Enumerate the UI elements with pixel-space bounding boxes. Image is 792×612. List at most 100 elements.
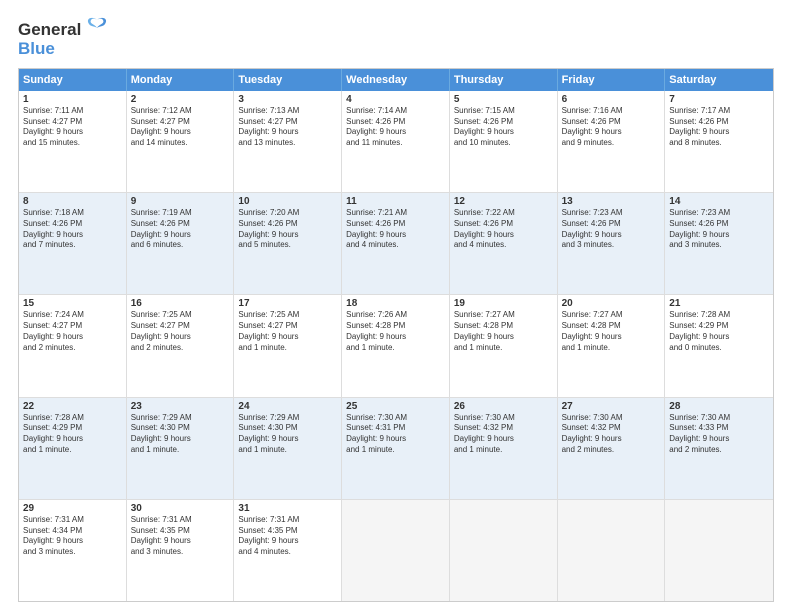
cell-line: Sunrise: 7:17 AM xyxy=(669,106,769,117)
cell-line: and 4 minutes. xyxy=(238,547,337,558)
cell-line: and 2 minutes. xyxy=(669,445,769,456)
day-number: 12 xyxy=(454,196,553,207)
cell-line: Sunrise: 7:27 AM xyxy=(562,310,661,321)
cell-line: Daylight: 9 hours xyxy=(23,536,122,547)
calendar-header-day: Monday xyxy=(127,69,235,91)
logo-text-blue: Blue xyxy=(18,40,111,58)
cell-line: Sunset: 4:30 PM xyxy=(238,423,337,434)
calendar-header-day: Friday xyxy=(558,69,666,91)
day-number: 17 xyxy=(238,298,337,309)
cell-line: Sunrise: 7:26 AM xyxy=(346,310,445,321)
cell-line: and 3 minutes. xyxy=(562,240,661,251)
cell-line: and 5 minutes. xyxy=(238,240,337,251)
cell-line: and 2 minutes. xyxy=(23,343,122,354)
day-number: 26 xyxy=(454,401,553,412)
cell-line: Daylight: 9 hours xyxy=(238,332,337,343)
day-number: 5 xyxy=(454,94,553,105)
cell-line: and 13 minutes. xyxy=(238,138,337,149)
day-number: 19 xyxy=(454,298,553,309)
calendar-cell: 8Sunrise: 7:18 AMSunset: 4:26 PMDaylight… xyxy=(19,193,127,294)
cell-line: and 1 minute. xyxy=(562,343,661,354)
cell-line: Sunrise: 7:21 AM xyxy=(346,208,445,219)
cell-line: Daylight: 9 hours xyxy=(454,127,553,138)
cell-line: Sunrise: 7:13 AM xyxy=(238,106,337,117)
calendar-cell: 15Sunrise: 7:24 AMSunset: 4:27 PMDayligh… xyxy=(19,295,127,396)
cell-line: Sunset: 4:26 PM xyxy=(454,117,553,128)
calendar-cell: 18Sunrise: 7:26 AMSunset: 4:28 PMDayligh… xyxy=(342,295,450,396)
calendar-header-day: Saturday xyxy=(665,69,773,91)
calendar-cell: 31Sunrise: 7:31 AMSunset: 4:35 PMDayligh… xyxy=(234,500,342,601)
cell-line: Daylight: 9 hours xyxy=(23,434,122,445)
day-number: 24 xyxy=(238,401,337,412)
cell-line: Sunset: 4:28 PM xyxy=(562,321,661,332)
calendar-cell: 29Sunrise: 7:31 AMSunset: 4:34 PMDayligh… xyxy=(19,500,127,601)
cell-line: and 1 minute. xyxy=(238,445,337,456)
day-number: 29 xyxy=(23,503,122,514)
cell-line: Sunrise: 7:15 AM xyxy=(454,106,553,117)
calendar-cell: 14Sunrise: 7:23 AMSunset: 4:26 PMDayligh… xyxy=(665,193,773,294)
cell-line: Daylight: 9 hours xyxy=(346,434,445,445)
cell-line: Daylight: 9 hours xyxy=(23,230,122,241)
logo-text-general: General xyxy=(18,21,81,39)
cell-line: Sunrise: 7:23 AM xyxy=(669,208,769,219)
day-number: 9 xyxy=(131,196,230,207)
day-number: 18 xyxy=(346,298,445,309)
calendar-row: 8Sunrise: 7:18 AMSunset: 4:26 PMDaylight… xyxy=(19,193,773,295)
day-number: 23 xyxy=(131,401,230,412)
cell-line: Daylight: 9 hours xyxy=(131,536,230,547)
cell-line: Sunset: 4:27 PM xyxy=(131,321,230,332)
cell-line: Daylight: 9 hours xyxy=(131,127,230,138)
cell-line: Daylight: 9 hours xyxy=(23,332,122,343)
cell-line: Sunset: 4:27 PM xyxy=(23,321,122,332)
cell-line: Daylight: 9 hours xyxy=(562,230,661,241)
calendar-cell: 9Sunrise: 7:19 AMSunset: 4:26 PMDaylight… xyxy=(127,193,235,294)
cell-line: and 14 minutes. xyxy=(131,138,230,149)
cell-line: and 7 minutes. xyxy=(23,240,122,251)
day-number: 10 xyxy=(238,196,337,207)
cell-line: Sunset: 4:29 PM xyxy=(23,423,122,434)
cell-line: Sunset: 4:26 PM xyxy=(346,219,445,230)
cell-line: Sunrise: 7:11 AM xyxy=(23,106,122,117)
cell-line: and 1 minute. xyxy=(131,445,230,456)
cell-line: Sunset: 4:26 PM xyxy=(131,219,230,230)
calendar-cell xyxy=(558,500,666,601)
cell-line: Daylight: 9 hours xyxy=(454,332,553,343)
cell-line: Sunset: 4:26 PM xyxy=(562,117,661,128)
day-number: 15 xyxy=(23,298,122,309)
cell-line: and 4 minutes. xyxy=(454,240,553,251)
cell-line: Sunset: 4:35 PM xyxy=(131,526,230,537)
cell-line: Sunrise: 7:29 AM xyxy=(131,413,230,424)
cell-line: Sunrise: 7:27 AM xyxy=(454,310,553,321)
cell-line: Daylight: 9 hours xyxy=(131,434,230,445)
cell-line: Sunrise: 7:16 AM xyxy=(562,106,661,117)
cell-line: Sunset: 4:34 PM xyxy=(23,526,122,537)
cell-line: Daylight: 9 hours xyxy=(23,127,122,138)
calendar-cell: 6Sunrise: 7:16 AMSunset: 4:26 PMDaylight… xyxy=(558,91,666,192)
calendar-cell: 16Sunrise: 7:25 AMSunset: 4:27 PMDayligh… xyxy=(127,295,235,396)
cell-line: and 1 minute. xyxy=(454,343,553,354)
day-number: 27 xyxy=(562,401,661,412)
cell-line: and 3 minutes. xyxy=(669,240,769,251)
cell-line: and 1 minute. xyxy=(23,445,122,456)
cell-line: Sunset: 4:27 PM xyxy=(131,117,230,128)
cell-line: and 9 minutes. xyxy=(562,138,661,149)
day-number: 11 xyxy=(346,196,445,207)
day-number: 3 xyxy=(238,94,337,105)
cell-line: Sunrise: 7:18 AM xyxy=(23,208,122,219)
calendar-cell: 27Sunrise: 7:30 AMSunset: 4:32 PMDayligh… xyxy=(558,398,666,499)
cell-line: and 8 minutes. xyxy=(669,138,769,149)
cell-line: and 1 minute. xyxy=(454,445,553,456)
cell-line: Sunrise: 7:28 AM xyxy=(23,413,122,424)
day-number: 14 xyxy=(669,196,769,207)
calendar-row: 29Sunrise: 7:31 AMSunset: 4:34 PMDayligh… xyxy=(19,500,773,601)
calendar-cell: 5Sunrise: 7:15 AMSunset: 4:26 PMDaylight… xyxy=(450,91,558,192)
calendar-header-day: Sunday xyxy=(19,69,127,91)
cell-line: Daylight: 9 hours xyxy=(346,332,445,343)
page: General Blue SundayMondayTuesdayWednesda… xyxy=(0,0,792,612)
calendar-cell: 22Sunrise: 7:28 AMSunset: 4:29 PMDayligh… xyxy=(19,398,127,499)
cell-line: Sunset: 4:33 PM xyxy=(669,423,769,434)
cell-line: Sunset: 4:30 PM xyxy=(131,423,230,434)
calendar-header-day: Tuesday xyxy=(234,69,342,91)
cell-line: and 11 minutes. xyxy=(346,138,445,149)
cell-line: Sunrise: 7:14 AM xyxy=(346,106,445,117)
